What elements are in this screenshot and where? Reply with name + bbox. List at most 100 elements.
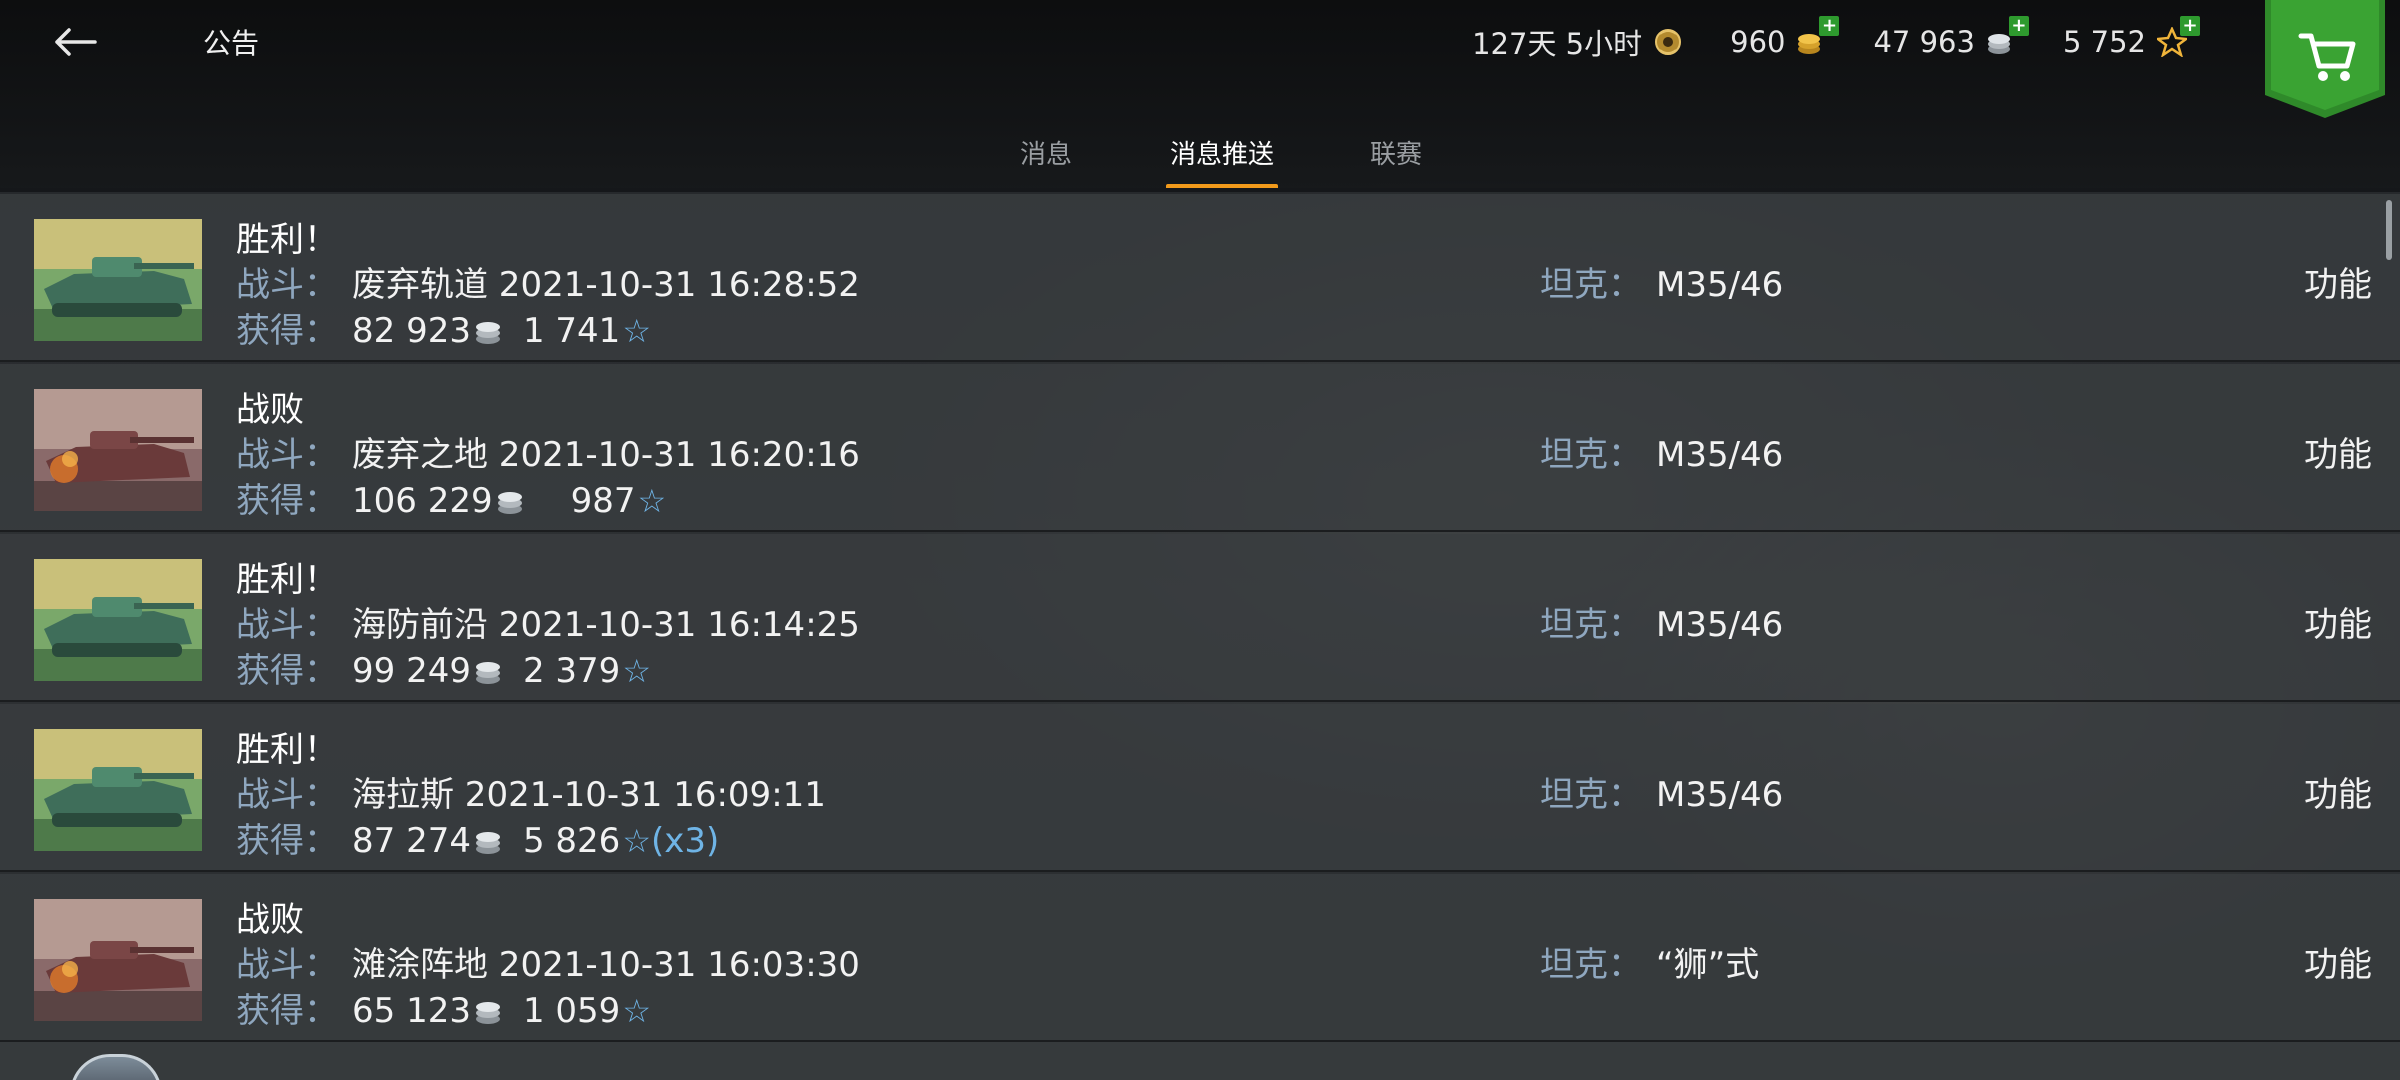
tank-info: 坦克： M35/46: [1540, 767, 1783, 816]
xp-earned: 2 379: [522, 651, 621, 691]
battle-map-time: 海拉斯 2021-10-31 16:09:11: [352, 775, 826, 815]
silver-coins-icon: +: [1983, 16, 2029, 60]
battle-map-time: 滩涂阵地 2021-10-31 16:03:30: [352, 945, 860, 985]
silver-coin-icon: [473, 655, 503, 695]
battle-info: 战斗： 海防前沿 2021-10-31 16:14:25: [236, 597, 860, 646]
battle-label: 战斗：: [236, 605, 338, 645]
gold-balance[interactable]: 960 +: [1730, 16, 1840, 60]
silver-amount: 47 963: [1873, 25, 1975, 59]
premium-badge-icon: [1650, 24, 1686, 60]
tab-bar: 消息 消息推送 联赛: [0, 120, 2400, 190]
xp-earned: 1 741: [522, 311, 621, 351]
free-xp-star-icon: +: [2154, 16, 2200, 60]
silver-earned: 82 923: [352, 311, 471, 351]
victory-thumbnail: [34, 219, 202, 341]
message-list[interactable]: 胜利！ 战斗： 废弃轨道 2021-10-31 16:28:52 获得： 82 92…: [0, 194, 2400, 1080]
defeat-thumbnail: [34, 899, 202, 1021]
xp-star-icon: ☆: [622, 312, 651, 350]
add-gold-icon: +: [1819, 16, 1840, 36]
premium-time: 127天 5小时: [1472, 27, 1643, 61]
silver-coin-icon: [495, 485, 525, 525]
xp-earned: 987: [570, 481, 636, 521]
battle-info: 战斗： 废弃轨道 2021-10-31 16:28:52: [236, 257, 860, 306]
function-button[interactable]: 功能: [2304, 427, 2372, 476]
premium-account[interactable]: 127天 5小时: [1472, 21, 1686, 63]
shop-button[interactable]: [2265, 0, 2385, 118]
xp-star-icon: ☆: [622, 822, 651, 860]
earned-label: 获得：: [236, 651, 338, 691]
battle-result: 胜利！: [236, 220, 338, 260]
scrollbar[interactable]: [2386, 200, 2392, 260]
victory-thumbnail: [34, 729, 202, 851]
battle-map-time: 废弃之地 2021-10-31 16:20:16: [352, 435, 860, 475]
battle-map-time: 海防前沿 2021-10-31 16:14:25: [352, 605, 860, 645]
message-row[interactable]: 胜利！ 战斗： 海防前沿 2021-10-31 16:14:25 获得： 99 24…: [0, 534, 2400, 702]
add-silver-icon: +: [2008, 16, 2029, 36]
function-button[interactable]: 功能: [2304, 597, 2372, 646]
tank-name: M35/46: [1656, 775, 1784, 815]
battle-label: 战斗：: [236, 435, 338, 475]
silver-balance[interactable]: 47 963 +: [1873, 16, 2029, 60]
silver-earned: 106 229: [352, 481, 493, 521]
message-row-partial[interactable]: [0, 1042, 2400, 1080]
earned-label: 获得：: [236, 481, 338, 521]
earnings: 获得： 99 249 2 379☆: [236, 643, 651, 695]
silver-coin-icon: [473, 825, 503, 865]
resource-bar: 127天 5小时 960 + 47 963 + 5 752 +: [1472, 16, 2200, 66]
xp-star-icon: ☆: [622, 992, 651, 1030]
silver-earned: 99 249: [352, 651, 471, 691]
victory-thumbnail: [34, 559, 202, 681]
message-row[interactable]: 战败 战斗： 滩涂阵地 2021-10-31 16:03:30 获得： 65 123…: [0, 874, 2400, 1042]
tank-info: 坦克： M35/46: [1540, 427, 1783, 476]
battle-result: 战败: [236, 900, 304, 940]
tab-push-messages[interactable]: 消息推送: [1165, 134, 1279, 190]
tank-label: 坦克：: [1540, 775, 1642, 815]
xp-star-icon: ☆: [637, 482, 667, 520]
tab-divider: [0, 188, 2400, 192]
battle-info: 战斗： 废弃之地 2021-10-31 16:20:16: [236, 427, 860, 476]
gold-amount: 960: [1730, 25, 1786, 59]
tank-label: 坦克：: [1540, 945, 1642, 985]
battle-result: 战败: [236, 390, 304, 430]
tab-league[interactable]: 联赛: [1370, 134, 1422, 190]
battle-result: 胜利！: [236, 730, 338, 770]
xp-earned: 5 826: [522, 821, 621, 861]
defeat-thumbnail: [34, 389, 202, 511]
free-xp-balance[interactable]: 5 752 +: [2062, 16, 2200, 60]
xp-earned: 1 059: [522, 991, 621, 1031]
silver-coin-icon: [473, 315, 503, 355]
tank-name: “狮”式: [1656, 945, 1760, 985]
battle-map-time: 废弃轨道 2021-10-31 16:28:52: [352, 265, 860, 305]
message-row[interactable]: 胜利！ 战斗： 废弃轨道 2021-10-31 16:28:52 获得： 82 92…: [0, 194, 2400, 362]
message-row[interactable]: 胜利！ 战斗： 海拉斯 2021-10-31 16:09:11 获得： 87 274…: [0, 704, 2400, 872]
free-xp-amount: 5 752: [2062, 25, 2146, 59]
earned-label: 获得：: [236, 311, 338, 351]
earnings: 获得： 106 229 987☆: [236, 473, 666, 525]
tank-label: 坦克：: [1540, 435, 1642, 475]
earnings: 获得： 82 923 1 741☆: [236, 303, 651, 355]
tab-messages[interactable]: 消息: [1020, 134, 1072, 190]
xp-multiplier: (x3): [651, 821, 720, 861]
back-arrow-icon: [55, 28, 97, 56]
battle-info: 战斗： 海拉斯 2021-10-31 16:09:11: [236, 767, 826, 816]
function-button[interactable]: 功能: [2304, 767, 2372, 816]
battle-result: 胜利！: [236, 560, 338, 600]
shopping-cart-icon: [2265, 0, 2385, 118]
function-button[interactable]: 功能: [2304, 257, 2372, 306]
earned-label: 获得：: [236, 991, 338, 1031]
silver-coin-icon: [473, 995, 503, 1035]
tank-info: 坦克： M35/46: [1540, 257, 1783, 306]
earnings: 获得： 65 123 1 059☆: [236, 983, 651, 1035]
message-row[interactable]: 战败 战斗： 废弃之地 2021-10-31 16:20:16 获得： 106 22…: [0, 364, 2400, 532]
battle-label: 战斗：: [236, 775, 338, 815]
tank-name: M35/46: [1656, 435, 1784, 475]
xp-star-icon: ☆: [622, 652, 651, 690]
tank-name: M35/46: [1656, 605, 1784, 645]
silver-earned: 87 274: [352, 821, 471, 861]
function-button[interactable]: 功能: [2304, 937, 2372, 986]
earned-label: 获得：: [236, 821, 338, 861]
battle-label: 战斗：: [236, 265, 338, 305]
tank-label: 坦克：: [1540, 605, 1642, 645]
back-button[interactable]: [40, 10, 110, 74]
tank-label: 坦克：: [1540, 265, 1642, 305]
